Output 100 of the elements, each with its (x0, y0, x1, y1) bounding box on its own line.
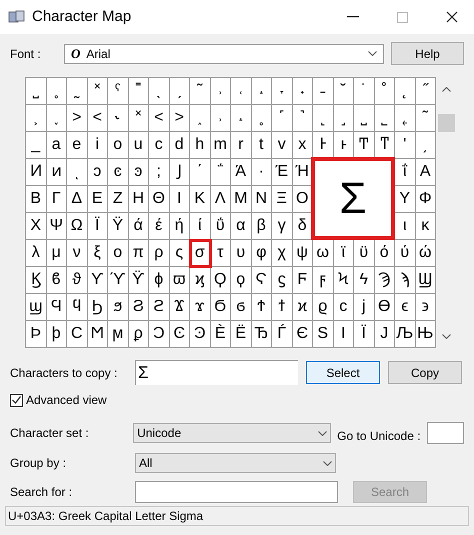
character-cell[interactable]: Ϊ (95, 214, 100, 238)
character-cell[interactable]: a (52, 133, 61, 157)
character-cell[interactable]: χ (278, 241, 286, 265)
character-cell[interactable]: ϗ (194, 268, 205, 292)
character-cell[interactable]: Ω (70, 214, 83, 238)
character-cell[interactable]: ˎ (156, 79, 162, 103)
character-cell[interactable]: ϳ (362, 295, 366, 319)
character-cell[interactable]: ΰ (216, 214, 225, 238)
character-cell[interactable]: ͵ (422, 133, 428, 157)
character-cell[interactable]: ˿ (402, 106, 408, 130)
character-cell[interactable]: ϭ (236, 295, 246, 319)
scroll-up-icon[interactable] (442, 87, 451, 92)
character-cell[interactable]: Ͼ (173, 322, 186, 346)
character-cell[interactable]: Γ (52, 187, 61, 211)
character-cell[interactable]: ΄ (197, 160, 202, 184)
character-cell[interactable]: ϛ (278, 268, 286, 292)
character-cell[interactable]: ι (402, 214, 407, 238)
character-cell[interactable]: ό (380, 241, 389, 265)
character-cell[interactable]: κ (421, 214, 430, 238)
character-cell[interactable]: ϋ (359, 241, 368, 265)
character-cell[interactable]: ϯ (278, 295, 286, 319)
character-cell[interactable]: β (256, 214, 266, 238)
character-cell[interactable]: Ђ (254, 322, 268, 346)
character-cell[interactable]: ϖ (173, 268, 186, 292)
character-cell[interactable]: ˓ (238, 79, 244, 103)
character-cell[interactable]: ˹ (279, 106, 284, 130)
character-set-dropdown[interactable]: Unicode (133, 423, 332, 443)
character-cell[interactable]: ˲ (33, 106, 38, 130)
character-cell[interactable]: ͺ (74, 160, 80, 184)
character-cell[interactable]: m (214, 133, 227, 157)
character-cell[interactable]: ϲ (339, 295, 348, 319)
character-cell[interactable]: Λ (214, 187, 226, 211)
character-cell[interactable]: ͽ (134, 160, 142, 184)
character-cell[interactable]: ͻ (93, 160, 102, 184)
character-cell[interactable]: ˗ (320, 79, 326, 103)
character-cell[interactable]: ή (174, 214, 184, 238)
character-cell[interactable]: ϑ (72, 268, 82, 292)
character-cell[interactable]: Ϻ (90, 322, 104, 346)
character-cell[interactable]: ˼ (340, 106, 346, 130)
character-cell[interactable]: ʹ (403, 133, 406, 157)
characters-to-copy-field[interactable]: Σ (135, 360, 298, 385)
help-button[interactable]: Help (391, 42, 464, 65)
character-cell[interactable]: ˷ (74, 79, 80, 103)
character-cell[interactable]: Ѕ (317, 322, 328, 346)
character-cell[interactable]: Ξ (276, 187, 287, 211)
character-cell[interactable]: ͼ (114, 160, 122, 184)
character-cell[interactable]: Υ (399, 187, 410, 211)
character-cell[interactable]: ˟ (94, 79, 100, 103)
character-cell[interactable]: ; (156, 160, 161, 184)
character-cell[interactable]: Ε (92, 187, 103, 211)
character-cell[interactable]: τ (217, 241, 224, 265)
character-cell[interactable]: ˙ (361, 79, 366, 103)
character-cell[interactable]: Ϝ (297, 268, 308, 292)
character-cell[interactable]: ˤ (114, 79, 121, 103)
character-cell[interactable]: Ψ (50, 214, 63, 238)
character-cell[interactable]: ˛ (402, 79, 408, 103)
character-cell[interactable]: Ϣ (418, 268, 432, 292)
character-cell[interactable]: Θ (152, 187, 165, 211)
character-cell[interactable]: ά (134, 214, 143, 238)
character-cell[interactable]: ύ (400, 241, 410, 265)
character-cell[interactable]: ˂ (92, 106, 102, 130)
character-cell[interactable]: Χ (30, 214, 42, 238)
character-cell[interactable]: ϼ (134, 322, 143, 346)
character-cell[interactable]: Ϡ (378, 268, 390, 292)
checkbox[interactable] (10, 394, 23, 406)
search-field[interactable] (135, 481, 338, 503)
character-cell[interactable]: Ͷ (30, 160, 42, 184)
character-cell[interactable]: r (238, 133, 244, 157)
character-cell[interactable]: Ѐ (214, 322, 226, 346)
character-cell[interactable]: x (298, 133, 306, 157)
character-cell[interactable]: ϒ (91, 268, 104, 292)
character-cell[interactable]: h (195, 133, 204, 157)
character-cell[interactable]: Ϲ (70, 322, 83, 346)
character-cell[interactable]: ϡ (400, 268, 410, 292)
character-cell[interactable]: Ά (235, 160, 246, 184)
character-cell[interactable]: ϓ (110, 268, 126, 292)
character-cell[interactable]: Η (132, 187, 144, 211)
character-cell[interactable]: ˭ (136, 79, 141, 103)
character-cell[interactable]: ˟ (136, 106, 141, 130)
character-cell[interactable]: ˺ (300, 106, 305, 130)
character-cell[interactable]: · (258, 160, 264, 184)
character-cell[interactable]: Є (296, 322, 308, 346)
group-by-dropdown[interactable]: All (135, 453, 336, 473)
character-cell[interactable]: Ή (296, 160, 309, 184)
character-cell[interactable]: ˯ (54, 106, 59, 130)
character-cell[interactable]: λ (32, 241, 40, 265)
character-cell[interactable]: ο (113, 241, 122, 265)
character-cell[interactable]: ˻ (320, 106, 326, 130)
character-cell[interactable]: ϶ (422, 295, 429, 319)
character-cell[interactable]: Ϗ (30, 268, 41, 292)
character-cell[interactable]: o (113, 133, 122, 157)
character-cell[interactable]: Ϸ (30, 322, 42, 346)
character-cell[interactable]: ˕ (279, 79, 284, 103)
character-cell[interactable]: μ (52, 241, 61, 265)
character-cell[interactable]: Α (420, 160, 431, 184)
character-cell[interactable]: ˰ (197, 106, 202, 130)
character-cell[interactable]: Ϙ (214, 268, 226, 292)
character-cell[interactable]: Φ (418, 187, 432, 211)
character-cell[interactable]: ϵ (401, 295, 408, 319)
character-cell[interactable]: ˝ (422, 79, 428, 103)
